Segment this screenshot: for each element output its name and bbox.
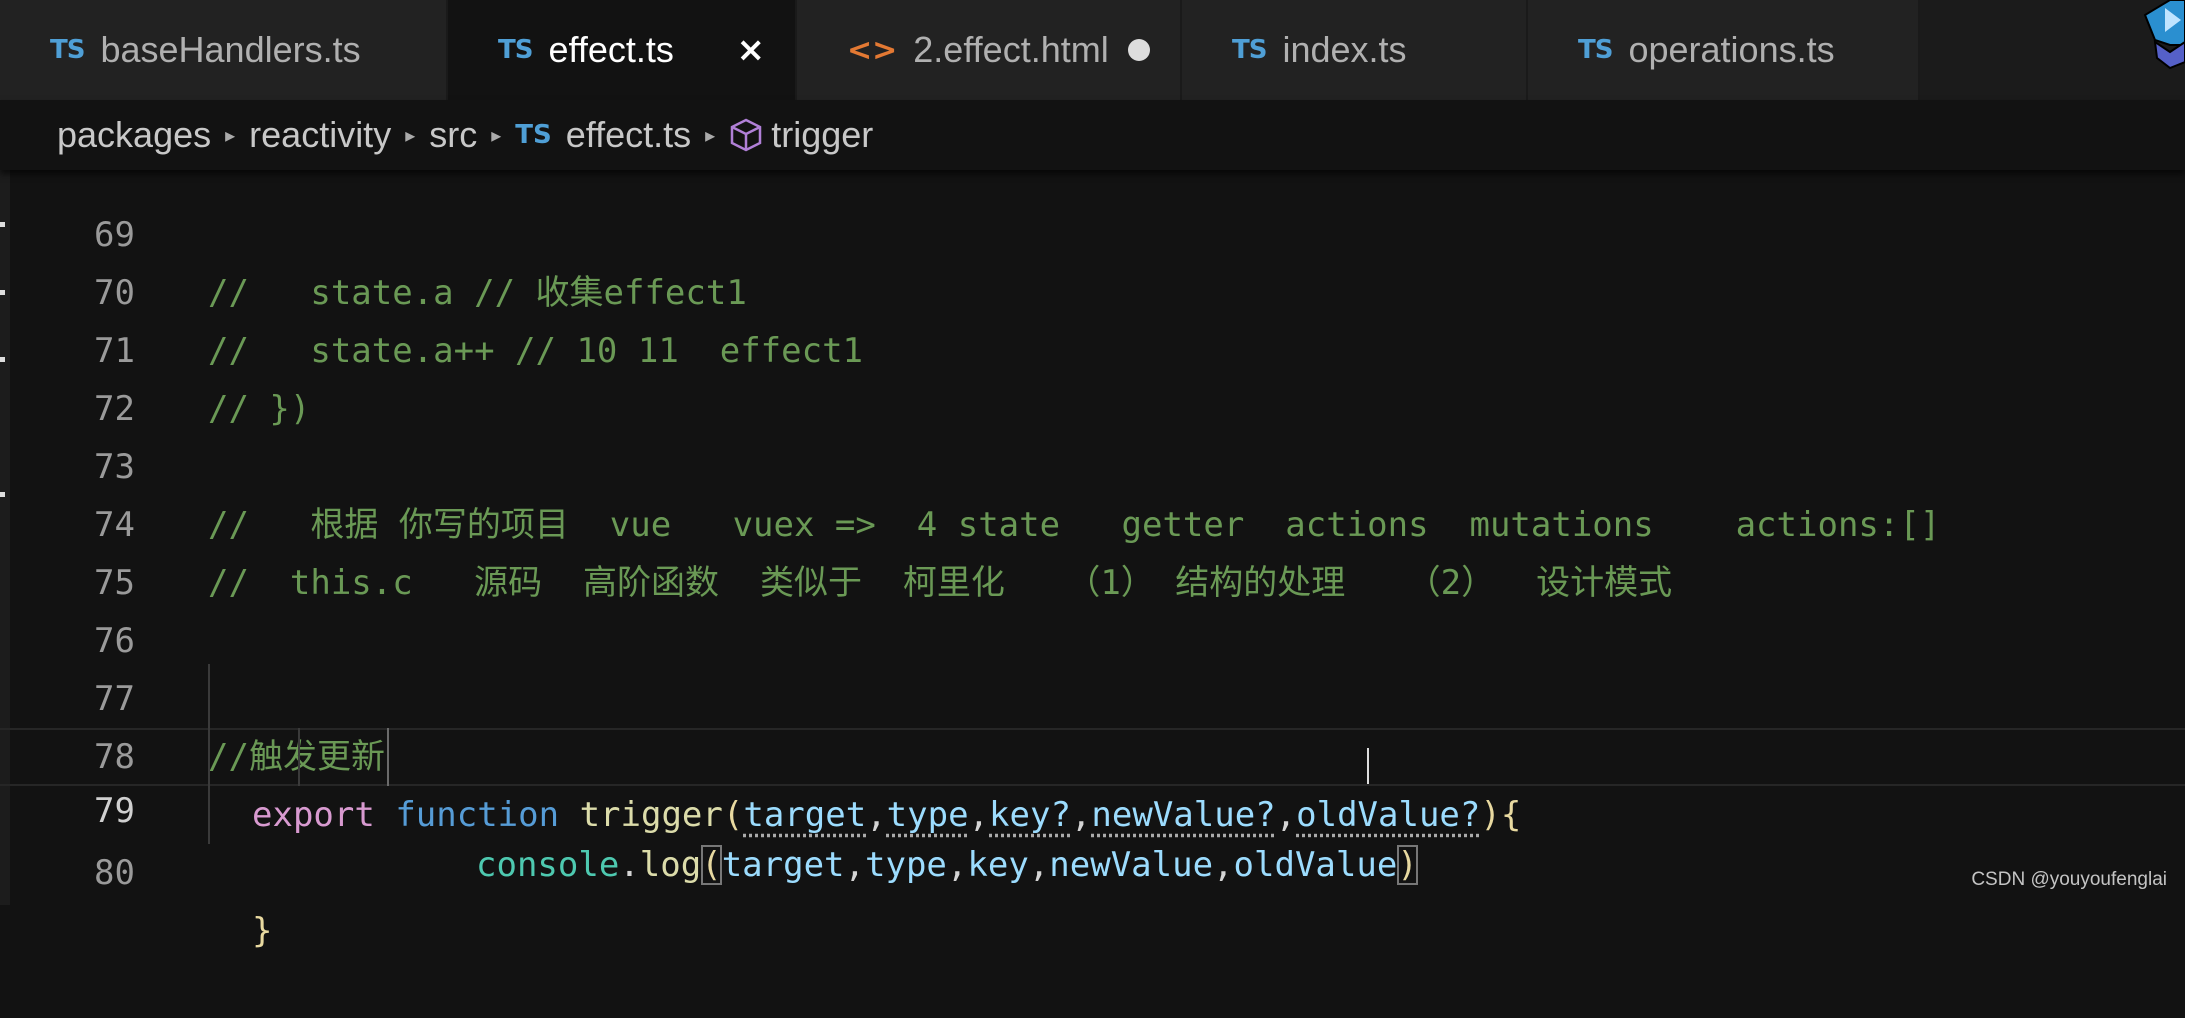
typescript-file-icon: TS [1578,35,1613,65]
closing-brace: } [252,911,273,951]
typescript-file-icon: TS [1232,35,1267,65]
tab-effect-html[interactable]: <> 2.effect.html [797,0,1182,100]
code-line[interactable]: 75 [0,496,2185,603]
console-log-call: console.log(target,type,key,newValue,old… [476,845,1418,885]
code-line[interactable]: 76 [0,554,2185,661]
code-line[interactable]: 72 [0,322,2185,429]
arg: key [967,845,1029,885]
tab-operations[interactable]: TS operations.ts [1528,0,1920,100]
breadcrumb-label: effect.ts [565,114,692,155]
unsaved-dot-icon[interactable] [1128,39,1150,61]
breadcrumb-label: reactivity [249,114,392,155]
code-line[interactable]: 73 // 根据 你写的项目 vue vuex => 4 state gette… [0,380,2185,545]
code-line[interactable]: 70 // state.a++ // 10 11 effect1 [0,206,2185,371]
breadcrumb: packages ▸ reactivity ▸ src ▸ TS effect.… [0,100,2185,170]
tab-effect[interactable]: TS effect.ts × [448,0,797,100]
code-line[interactable]: 80 } [0,786,2185,951]
close-icon[interactable]: × [737,30,766,70]
object-console: console [476,845,620,885]
bracket-match-open: ( [701,845,722,885]
arg: target [721,845,845,885]
bracket-match-close: ) [1397,845,1418,885]
method-log: log [639,845,702,885]
extension-logo-icon[interactable] [2125,0,2185,70]
code-line-current[interactable]: 79 console.log(target,type,key,newValue,… [0,728,2185,885]
breadcrumb-label: src [429,114,478,155]
indent-guide [298,728,300,786]
tab-basehandlers[interactable]: TS baseHandlers.ts [0,0,448,100]
tab-label: baseHandlers.ts [100,29,361,70]
breadcrumb-reactivity[interactable]: reactivity [249,114,391,156]
chevron-right-icon: ▸ [491,123,502,147]
breadcrumb-src[interactable]: src [429,114,477,156]
code-line[interactable]: 74 // this.c 源码 高阶函数 类似于 柯里化 （1） 结构的处理 （… [0,438,2185,603]
code-editor[interactable]: 69 // state.a // 收集effect1 70 // state.a… [0,170,2185,951]
tab-label: index.ts [1282,29,1407,70]
tab-label: effect.ts [548,29,674,70]
tab-label: operations.ts [1628,29,1835,70]
tab-index[interactable]: TS index.ts [1182,0,1528,100]
editor-tab-bar: TS baseHandlers.ts TS effect.ts × <> 2.e… [0,0,2185,100]
chevron-right-icon: ▸ [225,123,236,147]
chevron-right-icon: ▸ [405,123,416,147]
typescript-file-icon: TS [515,120,552,150]
html-file-icon: <> [847,32,898,68]
indent-guide-active [387,728,389,786]
indent-guide [208,664,210,844]
watermark: CSDN @youyoufenglai [1971,869,2167,890]
breadcrumb-label: trigger [771,114,874,155]
breadcrumb-label: packages [57,114,212,155]
cube-method-icon [730,118,762,152]
code-line[interactable]: 77 //触发更新 [0,612,2185,777]
mouse-ibeam-cursor [1367,748,1369,784]
code-line[interactable]: 78 export function trigger(target,type,k… [0,670,2185,835]
arg: oldValue [1233,845,1398,885]
typescript-file-icon: TS [50,35,85,65]
tab-label: 2.effect.html [913,29,1109,70]
arg: type [865,845,947,885]
typescript-file-icon: TS [498,35,533,65]
code-line[interactable]: 71 // }) [0,264,2185,429]
line-number: 80 [94,853,135,893]
breadcrumb-effect-ts[interactable]: TS effect.ts [515,114,691,156]
chevron-right-icon: ▸ [705,123,716,147]
breadcrumb-packages[interactable]: packages [57,114,211,156]
arg: newValue [1049,845,1214,885]
breadcrumb-trigger[interactable]: trigger [729,114,873,156]
